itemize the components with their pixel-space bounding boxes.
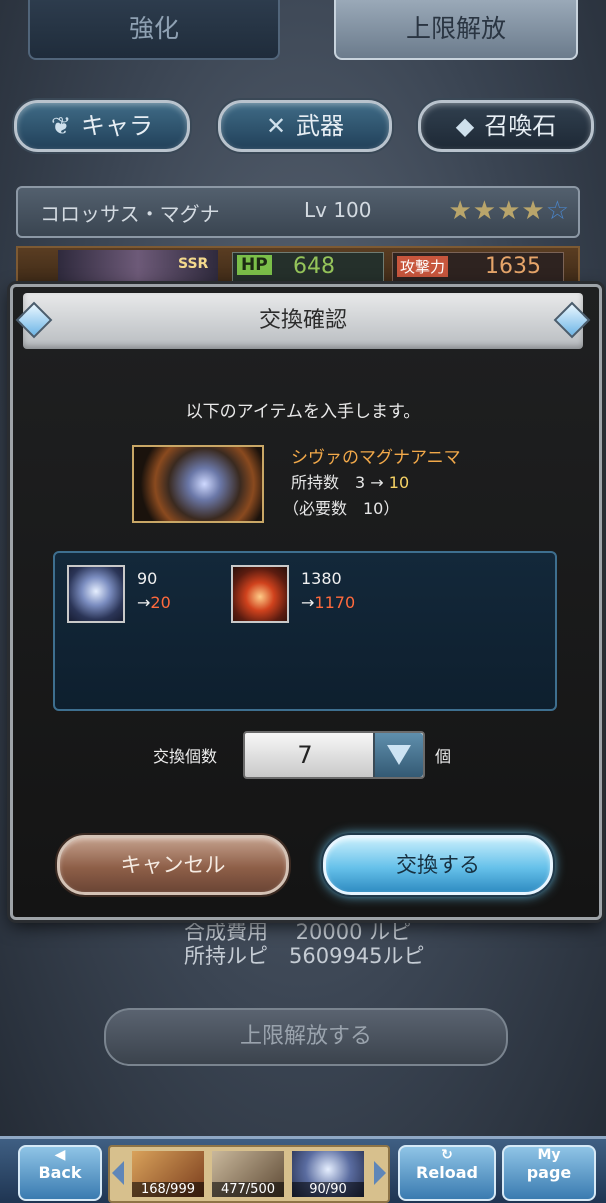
mypage-button[interactable]: My page [502, 1145, 596, 1201]
cancel-button[interactable]: キャンセル [57, 835, 289, 895]
base-summon-header: コロッサス・マグナ Lv 100 ★★★★☆ [16, 186, 580, 238]
material-after: →1170 [301, 593, 355, 612]
item-count: 90/90 [292, 1182, 364, 1197]
item-slot[interactable]: 90/90 [292, 1151, 364, 1197]
item-slot[interactable]: 168/999 [132, 1151, 204, 1197]
item-count: 477/500 [212, 1182, 284, 1197]
mypage-label-top: My [537, 1147, 561, 1163]
hp-label: HP [237, 255, 272, 275]
item-count: 168/999 [132, 1182, 204, 1197]
quantity-dropdown-button[interactable] [373, 733, 423, 777]
atk-value: 1635 [485, 254, 541, 279]
character-icon: ❦ [50, 112, 72, 140]
item-name: シヴァのマグナアニマ [291, 448, 461, 468]
item-owned: 所持数 3 → 10 [291, 469, 409, 493]
quantity-value: 7 [297, 741, 313, 769]
category-summon-label: 召喚石 [484, 112, 557, 140]
gem-ornament-icon [15, 301, 53, 339]
tray-prev-icon[interactable] [112, 1161, 124, 1185]
exchange-confirm-dialog: 交換確認 以下のアイテムを入手します。 シヴァのマグナアニマ 所持数 3 → 1… [10, 284, 602, 920]
item-required: （必要数 10） [283, 499, 400, 518]
category-weapon-label: 武器 [296, 112, 345, 140]
uncap-stars: ★★★★☆ [448, 196, 570, 226]
category-summon-button[interactable]: ◆ 召喚石 [418, 100, 594, 152]
category-character-button[interactable]: ❦ キャラ [14, 100, 190, 152]
material-before: 90 [137, 569, 158, 588]
material-after-value: 1170 [314, 593, 356, 612]
exchange-button[interactable]: 交換する [323, 835, 553, 895]
rarity-badge: SSR [178, 256, 209, 272]
back-button[interactable]: ◀ Back [18, 1145, 102, 1201]
uncap-button[interactable]: 上限解放する [104, 1008, 508, 1066]
uncap-stars-filled: ★★★★ [448, 196, 546, 226]
materials-panel: 90 →20 1380 →1170 [53, 551, 557, 711]
fire-quartz-icon [231, 565, 289, 623]
reload-label: Reload [416, 1163, 478, 1182]
hp-stat: HP 648 [232, 252, 384, 284]
item-slot[interactable]: 477/500 [212, 1151, 284, 1197]
base-summon-name: コロッサス・マグナ [40, 202, 220, 226]
atk-stat: 攻撃力 1635 [392, 252, 564, 284]
material-arrow: → [301, 593, 315, 612]
mypage-label-bottom: page [526, 1163, 572, 1182]
owned-rupie: 所持ルピ 5609945ルピ [184, 944, 425, 968]
category-character-label: キャラ [81, 112, 154, 140]
quantity-unit: 個 [435, 747, 452, 766]
back-arrow-icon: ◀ [54, 1147, 66, 1163]
atk-label: 攻撃力 [397, 256, 449, 277]
reload-button[interactable]: ↻ Reload [398, 1145, 496, 1201]
tab-enhance[interactable]: 強化 [28, 0, 280, 60]
tray-next-icon[interactable] [374, 1161, 386, 1185]
summon-stone-icon: ◆ [455, 112, 475, 140]
anima-orb-icon [67, 565, 125, 623]
item-shortcut-tray: 168/999 477/500 90/90 [108, 1145, 390, 1203]
item-owned-label: 所持数 3 → [291, 473, 384, 492]
material-before: 1380 [301, 569, 342, 588]
hp-value: 648 [293, 254, 335, 279]
category-weapon-button[interactable]: ✕ 武器 [218, 100, 392, 152]
item-owned-after: 10 [388, 473, 410, 492]
chevron-down-icon [387, 745, 411, 765]
uncap-star-empty: ☆ [545, 196, 570, 226]
gem-ornament-icon [553, 301, 591, 339]
tab-bar: 強化 上限解放 [0, 0, 606, 62]
tab-uncap[interactable]: 上限解放 [334, 0, 578, 60]
material-after: →20 [137, 593, 171, 612]
back-label: Back [38, 1163, 82, 1182]
dialog-message: 以下のアイテムを入手します。 [185, 402, 421, 422]
magna-anima-icon [132, 445, 264, 523]
material-after-value: 20 [150, 593, 171, 612]
weapon-icon: ✕ [265, 112, 287, 140]
quantity-select[interactable]: 7 [243, 731, 425, 779]
quantity-label: 交換個数 [153, 747, 218, 766]
dialog-title-text: 交換確認 [258, 308, 347, 333]
dialog-title: 交換確認 [15, 293, 591, 349]
bottom-nav: ◀ Back 168/999 477/500 90/90 ↻ Reload My… [0, 1136, 606, 1203]
base-summon-level: Lv 100 [304, 198, 372, 222]
material-arrow: → [137, 593, 151, 612]
reload-icon: ↻ [441, 1147, 453, 1163]
